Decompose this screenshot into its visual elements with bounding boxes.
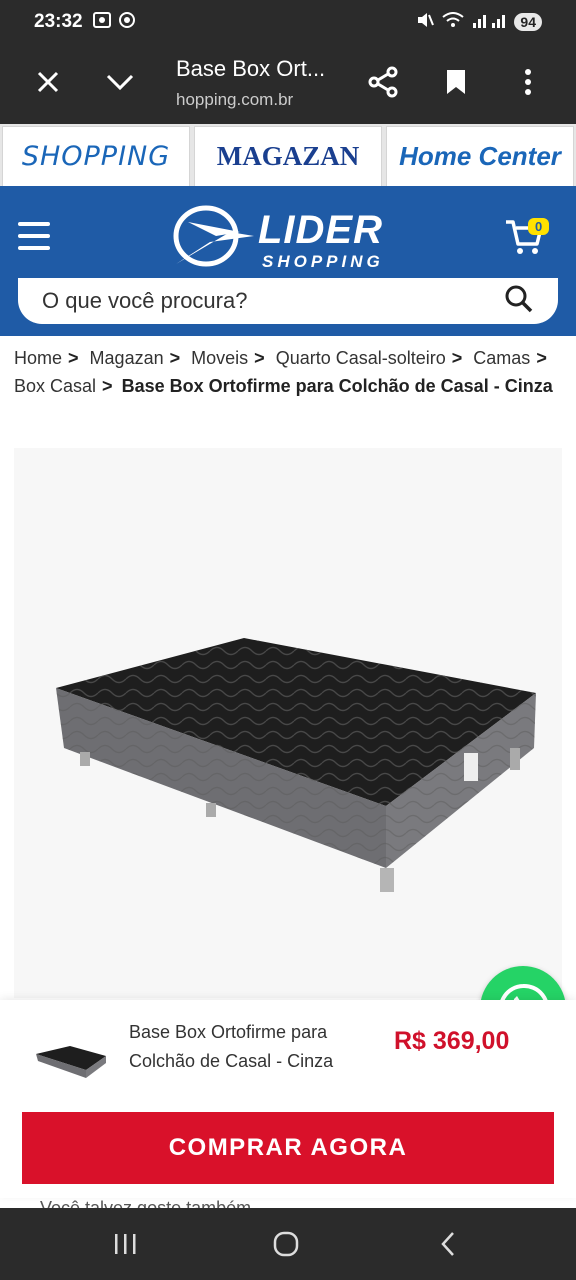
browser-toolbar: Base Box Ort... hopping.com.br — [0, 44, 576, 124]
back-icon[interactable] — [428, 1228, 468, 1260]
menu-icon[interactable] — [18, 222, 50, 250]
product-image[interactable] — [14, 448, 562, 998]
product-thumbnail — [36, 1046, 106, 1078]
url-domain[interactable]: hopping.com.br — [176, 90, 293, 110]
recent-apps-icon[interactable] — [105, 1228, 145, 1260]
status-bar: 23:32 94 — [0, 0, 576, 44]
site-header: LIDER SHOPPING 0 O que você procura? — [0, 186, 576, 336]
breadcrumb-moveis[interactable]: Moveis — [189, 348, 250, 368]
cart-button[interactable]: 0 — [504, 216, 552, 260]
tab-magazan[interactable]: MAGAZAN — [194, 126, 382, 186]
breadcrumb-home[interactable]: Home — [12, 348, 64, 368]
screenshot-icon — [92, 12, 111, 32]
mute-icon — [416, 12, 435, 32]
clock: 23:32 — [34, 11, 83, 32]
logo-emblem-icon — [173, 205, 254, 267]
chevron-down-icon[interactable] — [100, 62, 140, 102]
bookmark-icon[interactable] — [436, 62, 476, 102]
tab-shopping[interactable]: SHOPPING — [2, 126, 190, 186]
system-nav-bar — [0, 1208, 576, 1280]
search-icon[interactable] — [504, 284, 534, 319]
sticky-product-name: Base Box Ortofirme para Colchão de Casal… — [129, 1022, 334, 1071]
logo-word: LIDER — [258, 208, 383, 252]
logo-sub: SHOPPING — [262, 252, 384, 271]
breadcrumb-box-casal[interactable]: Box Casal — [12, 376, 98, 396]
share-icon[interactable] — [364, 62, 404, 102]
breadcrumb-camas[interactable]: Camas — [471, 348, 532, 368]
tab-home-center[interactable]: Home Center — [386, 126, 574, 186]
breadcrumb-current: Base Box Ortofirme para Colchão de Casal… — [121, 376, 553, 396]
more-vert-icon[interactable] — [508, 62, 548, 102]
tab-title[interactable]: Base Box Ort... — [176, 56, 325, 82]
sticky-buy-bar: Base Box Ortofirme para Colchão de Casal… — [0, 1000, 576, 1198]
buy-now-button[interactable]: COMPRAR AGORA — [22, 1112, 554, 1184]
search-input[interactable]: O que você procura? — [18, 278, 558, 324]
chrome-icon — [118, 12, 135, 32]
cart-count-badge: 0 — [528, 218, 550, 235]
breadcrumb: Home > Magazan > Moveis > Quarto Casal-solt… — [12, 348, 553, 396]
sticky-price: R$ 369,00 — [394, 1027, 510, 1055]
breadcrumb-quarto[interactable]: Quarto Casal-solteiro — [274, 348, 448, 368]
signal-icon — [472, 12, 506, 32]
brand-tabs: SHOPPING MAGAZAN Home Center — [0, 124, 576, 186]
wifi-icon — [442, 12, 465, 32]
close-icon[interactable] — [28, 62, 68, 102]
site-logo[interactable]: LIDER SHOPPING — [170, 202, 390, 272]
peek-text: Você talvez goste também — [40, 1198, 252, 1208]
home-icon[interactable] — [266, 1228, 306, 1260]
breadcrumb-magazan[interactable]: Magazan — [88, 348, 166, 368]
battery-level: 94 — [514, 13, 542, 31]
search-placeholder: O que você procura? — [42, 288, 248, 313]
